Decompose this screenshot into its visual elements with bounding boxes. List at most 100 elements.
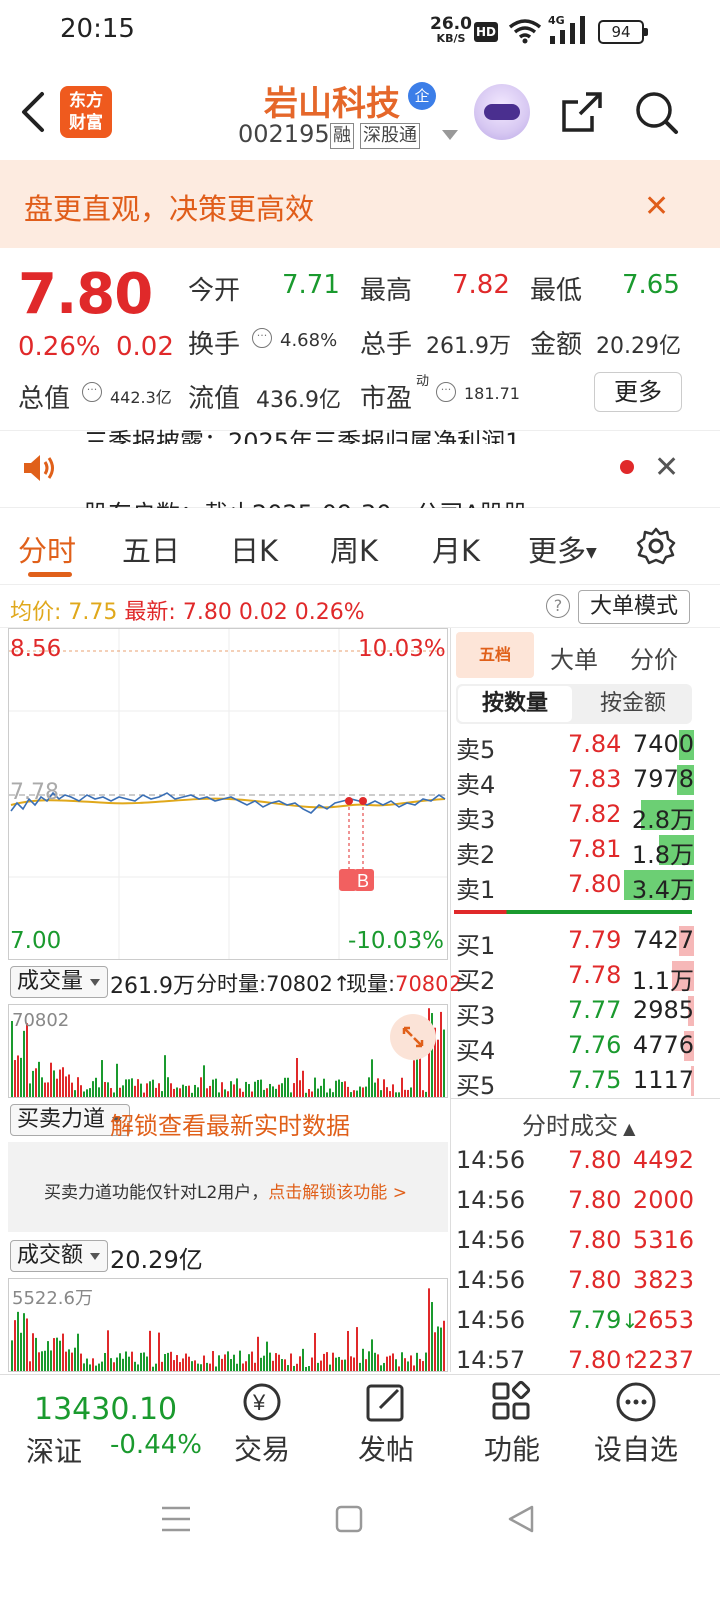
share-icon[interactable] xyxy=(560,90,604,138)
volume-bar xyxy=(146,1083,148,1097)
tab-more[interactable]: 更多▼ xyxy=(528,528,597,570)
volume-bar xyxy=(149,1330,151,1371)
volume-bar xyxy=(443,1320,445,1371)
app-logo[interactable]: 东方 财富 xyxy=(60,86,112,138)
promo-text[interactable]: 盘更直观，决策更高效 xyxy=(24,186,314,228)
volume-total: 261.9万 xyxy=(110,974,195,999)
gear-icon[interactable] xyxy=(636,526,676,570)
volume-bar xyxy=(377,1078,379,1097)
ask-level[interactable]: 卖1 7.80 3.4万 xyxy=(452,868,720,904)
ai-assistant-icon[interactable] xyxy=(474,84,530,140)
ask-level[interactable]: 卖5 7.84 7400 xyxy=(452,728,720,764)
bid-level[interactable]: 买4 7.76 4776 xyxy=(452,1029,720,1065)
change-percent: 0.26% xyxy=(18,332,101,362)
trade-marker[interactable] xyxy=(345,797,353,805)
network-speed: 26.0 KB/S xyxy=(430,14,472,45)
volume-bar xyxy=(86,1358,88,1371)
ask-level[interactable]: 卖3 7.82 2.8万 xyxy=(452,798,720,834)
by-quantity-button[interactable]: 按数量 xyxy=(458,686,572,722)
tab-five-level[interactable]: 五档 xyxy=(456,632,534,678)
volume-bar xyxy=(389,1355,391,1371)
bid-level[interactable]: 买2 7.78 1.1万 xyxy=(452,959,720,995)
volume-bar xyxy=(38,1061,40,1097)
volume-bar xyxy=(236,1078,238,1097)
by-amount-button[interactable]: 按金额 xyxy=(576,686,690,722)
volume-bar xyxy=(347,1086,349,1097)
volume-bar xyxy=(224,1354,226,1371)
volume-bar xyxy=(98,1087,100,1097)
volume-bar xyxy=(29,1083,31,1097)
close-icon[interactable]: ✕ xyxy=(654,450,679,485)
volume-bar xyxy=(203,1065,205,1097)
bid-level[interactable]: 买5 7.75 1117 xyxy=(452,1064,720,1100)
tab-big-order[interactable]: 大单 xyxy=(550,640,598,675)
back-icon[interactable] xyxy=(18,90,48,134)
volume-bar xyxy=(326,1352,328,1371)
volume-bar xyxy=(110,1088,112,1097)
tab-price-dist[interactable]: 分价 xyxy=(630,640,678,675)
index-name[interactable]: 深证 xyxy=(26,1430,82,1470)
more-dots-icon[interactable]: ··· xyxy=(82,382,102,402)
help-icon[interactable]: ? xyxy=(546,594,570,618)
tab-daily[interactable]: 日K xyxy=(230,528,278,570)
amount-select[interactable]: 成交额 xyxy=(10,1240,109,1272)
volume-bar xyxy=(14,1320,16,1371)
volume-select[interactable]: 成交量 xyxy=(10,966,109,998)
unlock-link[interactable]: 解锁查看最新实时数据 xyxy=(110,1106,350,1141)
nav-post[interactable]: 发帖 xyxy=(336,1380,436,1468)
big-order-mode-button[interactable]: 大单模式 xyxy=(578,590,690,624)
menu-icon[interactable] xyxy=(160,1504,192,1538)
tick-volume: 2653 xyxy=(632,1306,694,1334)
tick-row: 14:56 7.80 4492 xyxy=(456,1146,720,1182)
more-button[interactable]: 更多 xyxy=(594,372,682,412)
axis-ref-price: 7.78 xyxy=(10,780,59,805)
intraday-chart[interactable]: B xyxy=(8,628,448,960)
trade-marker[interactable] xyxy=(359,797,367,805)
tab-weekly[interactable]: 周K xyxy=(330,528,378,570)
volume-bar xyxy=(26,1318,28,1371)
news-item[interactable]: 三季报披露：2025年三季报归属净利润1.... xyxy=(84,422,551,444)
back-nav-icon[interactable] xyxy=(506,1504,536,1538)
nav-add-watchlist[interactable]: 设自选 xyxy=(586,1380,686,1468)
index-change[interactable]: -0.44% xyxy=(110,1430,202,1460)
volume-bar xyxy=(164,1055,166,1097)
tab-monthly[interactable]: 月K xyxy=(432,528,480,570)
volume-bar xyxy=(404,1358,406,1371)
volume-bar xyxy=(380,1365,382,1371)
level-price: 7.81 xyxy=(568,835,622,863)
more-dots-icon[interactable]: ··· xyxy=(436,382,456,402)
caret-down-icon[interactable] xyxy=(442,130,458,140)
volume-chart[interactable] xyxy=(8,1004,448,1098)
ask-level[interactable]: 卖4 7.83 7978 xyxy=(452,763,720,799)
volume-bar xyxy=(248,1354,250,1371)
l2-notice-text[interactable]: 买卖力道功能仅针对L2用户，点击解锁该功能 > xyxy=(44,1178,407,1203)
bid-level[interactable]: 买1 7.79 7427 xyxy=(452,924,720,960)
volume-bar xyxy=(404,1089,406,1097)
expand-icon[interactable] xyxy=(390,1014,436,1060)
volume-bar xyxy=(332,1352,334,1371)
volume-bar xyxy=(413,1365,415,1371)
volume-bar xyxy=(395,1359,397,1371)
volume-max: 70802 xyxy=(12,1010,70,1031)
volume-bar xyxy=(155,1363,157,1371)
volume-bar xyxy=(53,1070,55,1097)
nav-trade[interactable]: ¥ 交易 xyxy=(212,1380,312,1468)
tick-trades-title[interactable]: 分时成交 ▲ xyxy=(522,1106,635,1141)
volume-bar xyxy=(161,1091,163,1097)
volume-bar xyxy=(314,1077,316,1097)
volume-bar xyxy=(65,1076,67,1097)
tab-five-day[interactable]: 五日 xyxy=(122,528,180,570)
ask-level[interactable]: 卖2 7.81 1.8万 xyxy=(452,833,720,869)
level-label: 买4 xyxy=(456,1037,496,1065)
index-value[interactable]: 13430.10 xyxy=(34,1392,177,1427)
close-icon[interactable]: ✕ xyxy=(644,192,669,222)
bid-level[interactable]: 买3 7.77 2985 xyxy=(452,994,720,1030)
volume-bar xyxy=(176,1355,178,1371)
news-item[interactable]: 股东户数：截止2025-09-30，公司A股股... xyxy=(84,494,551,508)
tab-intraday[interactable]: 分时 xyxy=(18,528,76,570)
more-dots-icon[interactable]: ··· xyxy=(252,328,272,348)
home-icon[interactable] xyxy=(334,1504,364,1538)
search-icon[interactable] xyxy=(634,90,680,140)
volume-bar xyxy=(59,1069,61,1097)
nav-functions[interactable]: 功能 xyxy=(462,1380,562,1468)
